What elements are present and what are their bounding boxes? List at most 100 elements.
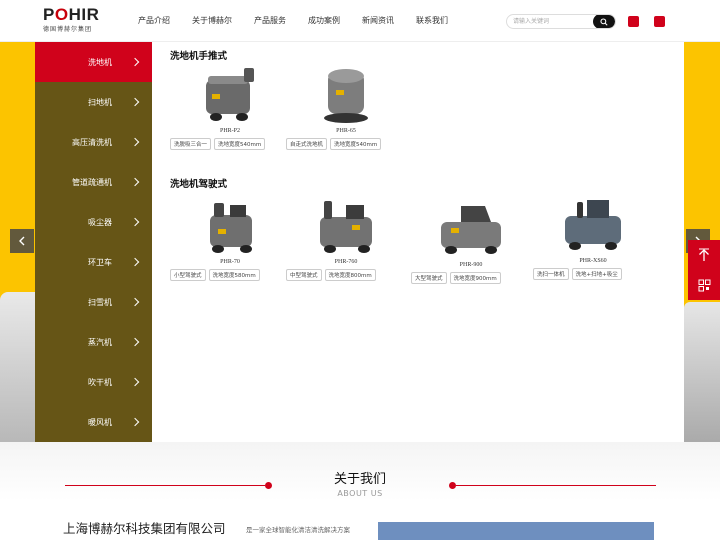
chevron-left-icon (19, 236, 25, 246)
chevron-right-icon (130, 137, 140, 147)
product-card[interactable]: PHR-900 大型驾驶式 洗地宽度900mm (411, 198, 531, 284)
search-icon (600, 17, 608, 26)
brand-logo[interactable]: POHIR 德国博赫尔集团 (43, 6, 99, 34)
category-item-sanitation-truck[interactable]: 环卫车 (35, 242, 152, 282)
section-title-walk-behind: 洗地机手推式 (170, 51, 228, 62)
product-tags: 洗扫一体机 洗地+扫地+吸尘 (533, 268, 653, 280)
back-to-top-button[interactable] (688, 240, 720, 270)
about-subtitle: ABOUT US (337, 489, 383, 498)
product-tag: 中型驾驶式 (286, 269, 322, 281)
category-label: 吹干机 (88, 377, 112, 387)
search-input[interactable] (507, 15, 594, 28)
product-tag: 洗地宽度540mm (330, 138, 382, 150)
category-item-dryer[interactable]: 吹干机 (35, 362, 152, 402)
product-tag: 洗地宽度540mm (214, 138, 266, 150)
product-image (306, 64, 386, 126)
category-label: 扫地机 (88, 97, 112, 107)
nav-item-news[interactable]: 新闻资讯 (362, 15, 394, 26)
chevron-right-icon (130, 57, 140, 67)
nav-item-contact[interactable]: 联系我们 (416, 15, 448, 26)
company-image (378, 522, 654, 540)
nav-item-products[interactable]: 产品介绍 (138, 15, 170, 26)
about-title: 关于我们 (333, 472, 386, 487)
category-label: 扫雪机 (88, 297, 112, 307)
page: POHIR 德国博赫尔集团 产品介绍 关于博赫尔 产品服务 成功案例 新闻资讯 … (0, 0, 720, 540)
vacuum-cleaner-image-right (684, 302, 720, 442)
product-card[interactable]: PHR-XS60 洗扫一体机 洗地+扫地+吸尘 (533, 194, 653, 280)
product-card[interactable]: PHR-P2 洗脱吸三合一 洗地宽度540mm (170, 64, 290, 150)
product-image (553, 194, 633, 256)
shop-icon[interactable] (654, 16, 665, 27)
product-tag: 洗扫一体机 (533, 268, 569, 280)
product-name: PHR-900 (459, 262, 483, 268)
category-item-vacuum[interactable]: 吸尘器 (35, 202, 152, 242)
banner-prev-button[interactable] (10, 229, 34, 253)
category-menu: 洗地机 扫地机 高压清洗机 管道疏通机 吸尘器 环卫车 扫雪机 蒸汽机 吹干机 … (35, 42, 152, 442)
category-label: 吸尘器 (88, 217, 112, 227)
section-title-ride-on: 洗地机驾驶式 (170, 179, 228, 190)
category-item-floor-scrubber[interactable]: 洗地机 (35, 42, 152, 82)
qrcode-icon (698, 279, 710, 291)
product-image (431, 198, 511, 260)
category-item-drain-cleaner[interactable]: 管道疏通机 (35, 162, 152, 202)
category-item-sweeper[interactable]: 扫地机 (35, 82, 152, 122)
product-tag: 自走式洗地机 (286, 138, 328, 150)
search-box (506, 14, 616, 29)
nav-item-cases[interactable]: 成功案例 (308, 15, 340, 26)
about-section: 关于我们 ABOUT US 上海博赫尔科技集团有限公司 是一家全球智能化清洁清洗… (0, 442, 720, 540)
company-description: 是一家全球智能化清洁清洗解决方案 (246, 526, 350, 534)
product-tag: 洗地+扫地+吸尘 (571, 268, 622, 280)
product-tag: 洗地宽度900mm (449, 272, 501, 284)
chevron-right-icon (130, 417, 140, 427)
chevron-right-icon (130, 97, 140, 107)
mall-icon[interactable] (628, 16, 639, 27)
product-tag: 洗脱吸三合一 (170, 138, 212, 150)
product-card[interactable]: PHR-70 小型驾驶式 洗地宽度580mm (170, 195, 290, 281)
product-tag: 小型驾驶式 (170, 269, 206, 281)
product-name: PHR-65 (336, 128, 356, 134)
search-button[interactable] (593, 15, 615, 28)
arrow-up-icon (699, 248, 709, 261)
product-tags: 大型驾驶式 洗地宽度900mm (411, 272, 531, 284)
logo-subtitle: 德国博赫尔集团 (43, 26, 93, 33)
product-image (306, 195, 386, 257)
product-card[interactable]: PHR-65 自走式洗地机 洗地宽度540mm (286, 64, 406, 150)
product-tag: 洗地宽度580mm (208, 269, 260, 281)
category-label: 蒸汽机 (88, 337, 112, 347)
product-tag: 大型驾驶式 (411, 272, 447, 284)
category-item-heater[interactable]: 暖风机 (35, 402, 152, 442)
chevron-right-icon (130, 337, 140, 347)
chevron-right-icon (130, 297, 140, 307)
chevron-right-icon (130, 257, 140, 267)
chevron-right-icon (130, 217, 140, 227)
category-item-steam-machine[interactable]: 蒸汽机 (35, 322, 152, 362)
category-label: 环卫车 (88, 257, 112, 267)
category-label: 洗地机 (88, 57, 112, 67)
product-panel: 洗地机手推式 PHR-P2 洗脱吸三合一 洗地宽度540mm PHR-65 自走… (152, 42, 684, 442)
category-item-snow-sweeper[interactable]: 扫雪机 (35, 282, 152, 322)
product-tag: 洗地宽度800mm (324, 269, 376, 281)
product-tags: 小型驾驶式 洗地宽度580mm (170, 269, 290, 281)
product-card[interactable]: PHR-760 中型驾驶式 洗地宽度800mm (286, 195, 406, 281)
category-label: 暖风机 (88, 417, 112, 427)
product-name: PHR-760 (334, 259, 358, 265)
nav-item-services[interactable]: 产品服务 (254, 15, 286, 26)
nav-item-about[interactable]: 关于博赫尔 (192, 15, 232, 26)
product-name: PHR-P2 (219, 128, 240, 134)
company-name: 上海博赫尔科技集团有限公司 (63, 521, 226, 536)
category-item-pressure-washer[interactable]: 高压清洗机 (35, 122, 152, 162)
category-label: 管道疏通机 (72, 177, 112, 187)
site-header: POHIR 德国博赫尔集团 产品介绍 关于博赫尔 产品服务 成功案例 新闻资讯 … (0, 0, 720, 42)
category-label: 高压清洗机 (72, 137, 112, 147)
product-image (190, 64, 270, 126)
product-name: PHR-XS60 (579, 258, 607, 264)
product-name: PHR-70 (220, 259, 240, 265)
chevron-right-icon (130, 377, 140, 387)
chevron-right-icon (130, 177, 140, 187)
product-tags: 洗脱吸三合一 洗地宽度540mm (170, 138, 290, 150)
product-tags: 中型驾驶式 洗地宽度800mm (286, 269, 406, 281)
logo-wordmark: POHIR (43, 5, 100, 24)
main-nav: 产品介绍 关于博赫尔 产品服务 成功案例 新闻资讯 联系我们 (138, 15, 470, 26)
product-tags: 自走式洗地机 洗地宽度540mm (286, 138, 406, 150)
qrcode-button[interactable] (688, 270, 720, 300)
